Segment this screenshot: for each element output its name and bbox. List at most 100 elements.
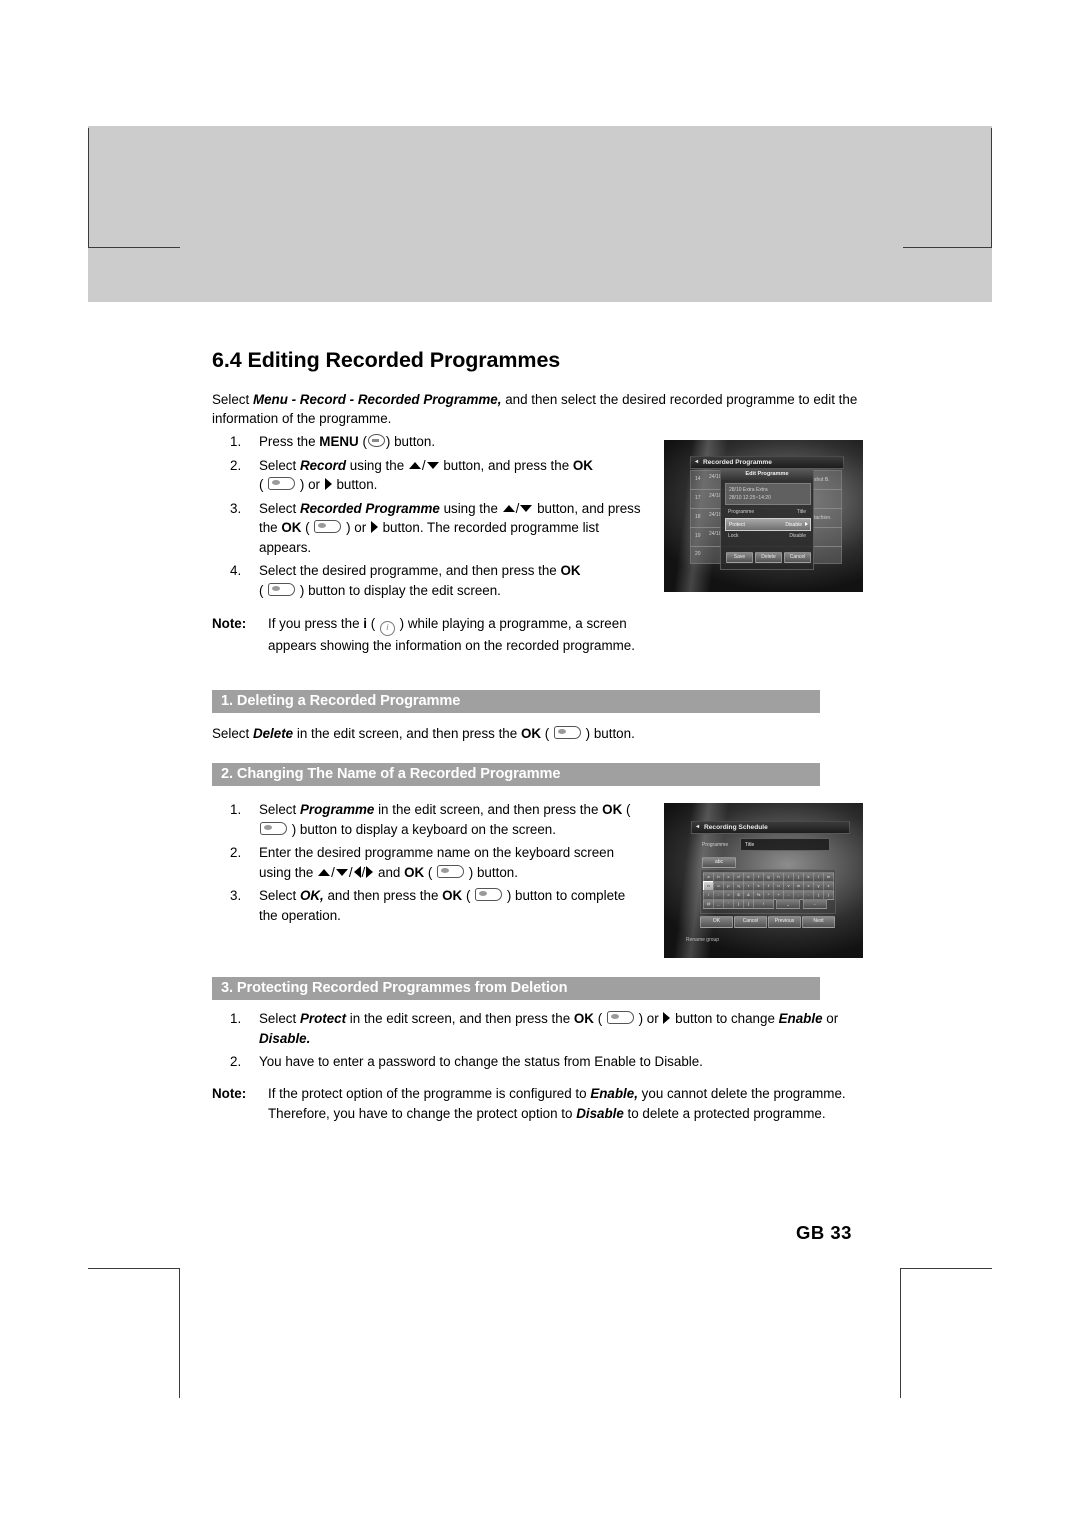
arrow-right-icon [366, 865, 374, 878]
tv-info-line-2: 28/10 12:25~14:20 [729, 495, 771, 501]
step-number: 1. [230, 802, 242, 817]
ok-button-icon [475, 888, 503, 901]
ok-button-icon [314, 520, 342, 533]
intro-text-pre: Select [212, 392, 253, 407]
list-item: 2. Select Record using the / button, and… [212, 456, 642, 495]
step-text: Select Record using the / button, and pr… [259, 457, 593, 493]
step-text: Select Recorded Programme using the / bu… [259, 500, 641, 555]
tv-field-label: Protect [729, 522, 745, 528]
note-label: Note: [212, 616, 247, 631]
tv-field-value: Disable [785, 522, 802, 528]
step-number: 2. [230, 1054, 242, 1069]
step-number: 1. [230, 434, 242, 449]
list-item: 3. Select Recorded Programme using the /… [212, 499, 642, 558]
header-corner-mark-left [88, 128, 180, 248]
header-decoration-band [88, 126, 992, 302]
tv-charset-tab[interactable]: abc [702, 857, 736, 868]
arrow-left-icon [353, 865, 361, 878]
tv-keyboard[interactable]: a b c d e f g h i j k l m n o p q r s t … [700, 869, 836, 914]
arrow-up-icon [408, 461, 421, 469]
ok-button-icon [606, 1011, 634, 1024]
note-text: If you press the i ( i ) while playing a… [268, 616, 635, 653]
tv-side-label: shot B. [814, 477, 830, 483]
step-number: 2. [230, 457, 242, 473]
tv-ok-button[interactable]: OK [700, 916, 733, 928]
step-text: Select Programme in the edit screen, and… [259, 802, 631, 837]
ok-button-icon [260, 821, 287, 835]
tv-cancel-button[interactable]: Cancel [734, 916, 767, 928]
note-text: If the protect option of the programme i… [268, 1086, 846, 1121]
list-item: 3. Select OK, and then press the OK ( ) … [212, 886, 642, 925]
subsection-bar-renaming: 2. Changing The Name of a Recorded Progr… [212, 763, 820, 786]
delete-instruction: Select Delete in the edit screen, and th… [212, 726, 635, 741]
tv-delete-button[interactable]: Delete [755, 552, 782, 563]
tv-input-value: Title [745, 842, 755, 848]
list-item: 2. Enter the desired programme name on t… [212, 843, 642, 882]
menu-icon [367, 434, 385, 447]
tv-field-label: Programme [702, 842, 729, 848]
arrow-right-icon [324, 478, 332, 490]
footer-corner-mark-left [88, 1268, 180, 1398]
kbd-key-space[interactable]: ⎵ [776, 899, 800, 909]
tv-list-index: 18 [695, 514, 701, 520]
step-text: Select OK, and then press the OK ( ) but… [259, 888, 626, 923]
ok-button-icon [437, 864, 465, 878]
kbd-key-backspace[interactable]: ← [803, 899, 827, 909]
protect-step-list: 1. Select Protect in the edit screen, an… [212, 1009, 882, 1076]
step-text: Select the desired programme, and then p… [259, 563, 581, 598]
tv-list-index: 20 [695, 551, 701, 557]
tv-title-input[interactable]: Title [740, 838, 830, 851]
tv-window-title: Recording Schedule [691, 821, 850, 834]
tv-field-value: Title [796, 509, 806, 515]
step-text: Press the MENU () button. [259, 434, 436, 449]
step-number: 3. [230, 500, 242, 516]
tv-side-label: tachion. [814, 515, 832, 521]
arrow-up-icon [502, 504, 515, 512]
list-item: 1. Select Programme in the edit screen, … [212, 800, 642, 839]
screenshot-edit-programme: Recorded Programme 14 24/10 17 24/10 18 … [664, 440, 863, 592]
tv-save-button[interactable]: Save [726, 552, 753, 563]
tv-previous-button[interactable]: Previous [768, 916, 801, 928]
tv-field-label: Lock [728, 533, 739, 539]
tv-cancel-button[interactable]: Cancel [784, 552, 811, 563]
step-text: Select Protect in the edit screen, and t… [259, 1011, 839, 1046]
tv-info-box: 28/10 Extra Extra 28/10 12:25~14:20 [725, 483, 811, 505]
tv-field-lock[interactable]: Lock Disable [725, 530, 809, 541]
tv-next-button[interactable]: Next [802, 916, 835, 928]
tv-field-label: Programme [728, 509, 755, 515]
tv-list-index: 19 [695, 533, 701, 539]
tv-list-index: 14 [695, 476, 701, 482]
page-title: 6.4 Editing Recorded Programmes [212, 348, 561, 372]
rename-step-list: 1. Select Programme in the edit screen, … [212, 800, 642, 929]
arrow-up-icon [318, 868, 331, 876]
tv-field-value: Disable [789, 533, 806, 539]
arrow-down-icon [426, 461, 439, 469]
arrow-right-icon [663, 1012, 671, 1024]
step-text: You have to enter a password to change t… [259, 1054, 703, 1069]
step-number: 4. [230, 563, 242, 578]
tv-field-programme[interactable]: Programme Title [725, 506, 809, 517]
list-item: 2. You have to enter a password to chang… [212, 1052, 882, 1072]
list-item: 1. Press the MENU () button. [212, 432, 642, 452]
ok-button-icon [268, 477, 296, 490]
screenshot-keyboard: Recording Schedule Programme Title abc a… [664, 803, 863, 958]
ok-button-icon [553, 726, 581, 739]
footer-corner-mark-right [900, 1268, 992, 1398]
tv-edit-dialog: Edit Programme 28/10 Extra Extra 28/10 1… [720, 468, 814, 570]
chevron-right-icon [805, 522, 808, 526]
list-item: 4. Select the desired programme, and the… [212, 561, 642, 600]
step-text: Enter the desired programme name on the … [259, 845, 615, 880]
subsection-bar-protecting: 3. Protecting Recorded Programmes from D… [212, 977, 820, 1000]
page-number: GB 33 [796, 1222, 852, 1243]
info-icon: i [379, 621, 395, 636]
step-number: 1. [230, 1011, 242, 1026]
arrow-right-icon [370, 521, 378, 533]
kbd-key[interactable]: ! [753, 899, 774, 909]
note-top: Note: If you press the i ( i ) while pla… [212, 614, 652, 656]
arrow-down-icon [335, 868, 348, 876]
tv-dialog-title: Edit Programme [721, 469, 813, 480]
note-label: Note: [212, 1086, 247, 1101]
step-number: 3. [230, 888, 242, 903]
subsection-bar-deleting: 1. Deleting a Recorded Programme [212, 690, 820, 713]
header-corner-mark-right [903, 128, 992, 248]
